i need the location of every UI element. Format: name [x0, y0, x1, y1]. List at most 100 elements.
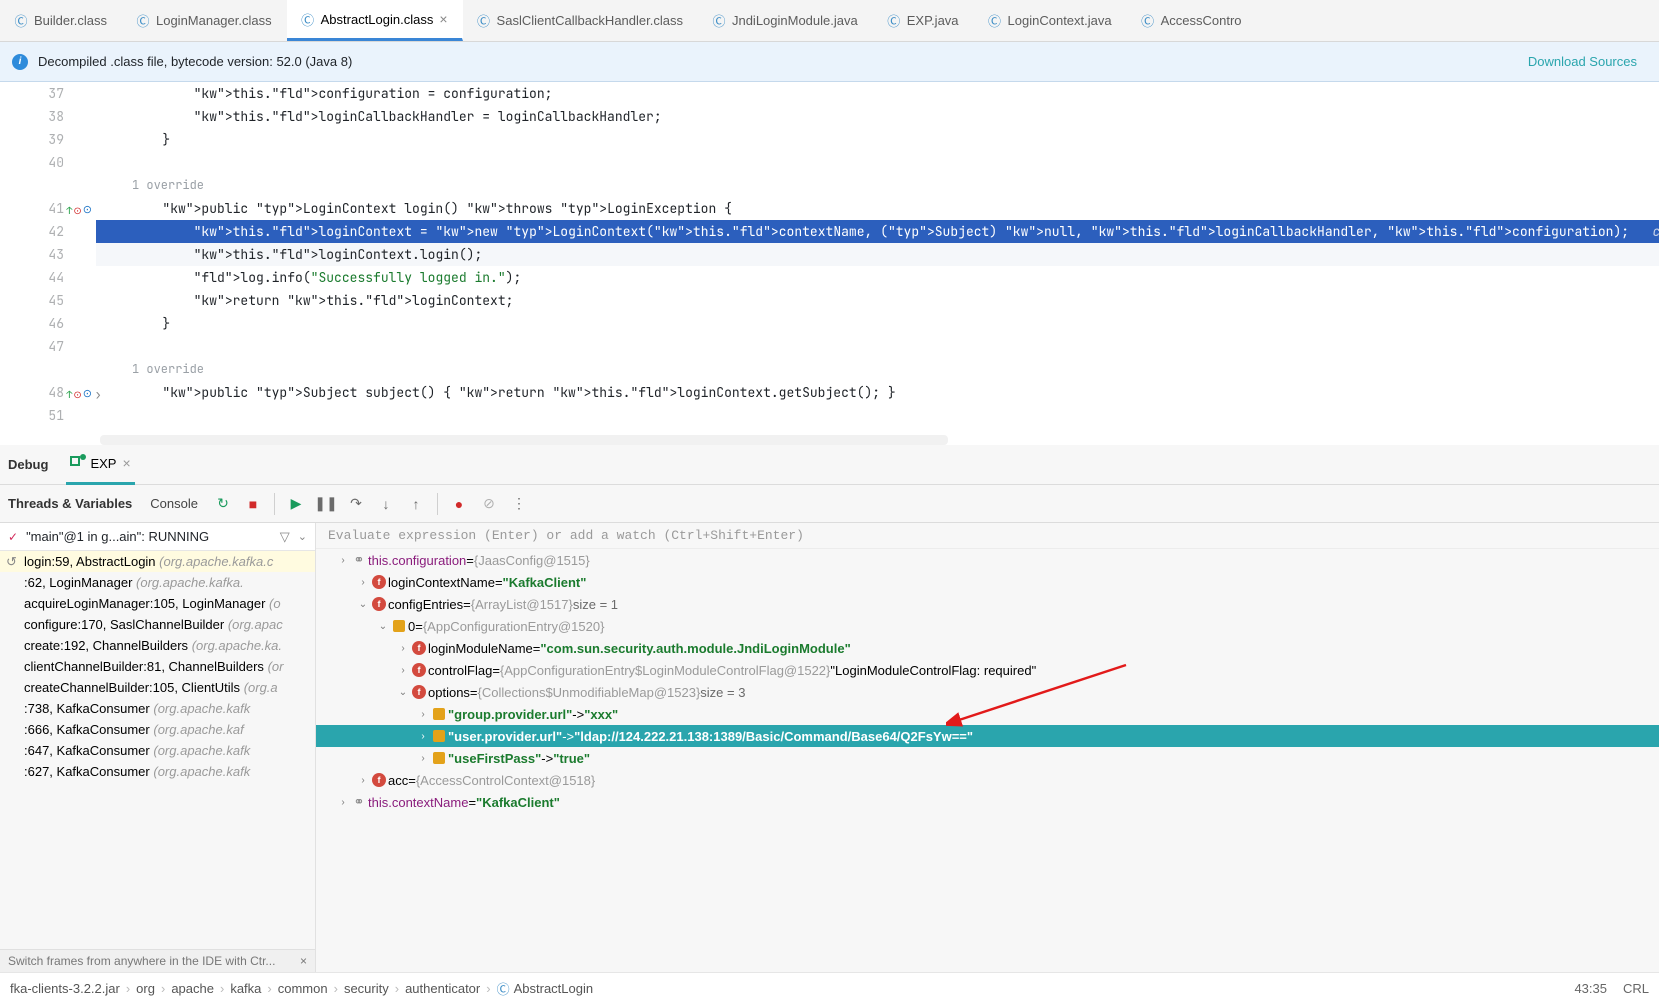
variables-column: Evaluate expression (Enter) or add a wat… — [316, 523, 1659, 972]
tab-builder[interactable]: ⒸBuilder.class — [0, 0, 122, 41]
debug-tab-exp[interactable]: EXP × — [66, 445, 134, 485]
check-icon: ✓ — [8, 530, 18, 544]
frame-item[interactable]: createChannelBuilder:105, ClientUtils (o… — [0, 677, 315, 698]
class-icon: Ⓒ — [988, 14, 1002, 28]
console-tab[interactable]: Console — [150, 496, 198, 511]
element-icon — [433, 752, 445, 764]
mute-breakpoints-button[interactable]: ⊘ — [476, 491, 502, 517]
frame-item[interactable]: :62, LoginManager (org.apache.kafka. — [0, 572, 315, 593]
frame-item[interactable]: configure:170, SaslChannelBuilder (org.a… — [0, 614, 315, 635]
tab-abstractlogin[interactable]: ⒸAbstractLogin.class× — [287, 0, 463, 41]
threads-variables-tab[interactable]: Threads & Variables — [8, 496, 132, 511]
tab-loginmanager[interactable]: ⒸLoginManager.class — [122, 0, 287, 41]
var-options[interactable]: ⌄foptions = {Collections$UnmodifiableMap… — [316, 681, 1659, 703]
frames-column: ✓ "main"@1 in g...ain": RUNNING ▽ ⌄ logi… — [0, 523, 316, 972]
class-icon: Ⓒ — [1141, 14, 1155, 28]
close-icon[interactable]: × — [122, 455, 130, 471]
var-loginmodulename[interactable]: ›floginModuleName = "com.sun.security.au… — [316, 637, 1659, 659]
class-icon: Ⓒ — [712, 14, 726, 28]
class-icon: Ⓒ — [136, 14, 150, 28]
gutter: 3738394041↑⊙⊙42434445464748↑⊙⊙›51 — [0, 82, 96, 445]
var-option-user[interactable]: ›"user.provider.url" -> "ldap://124.222.… — [316, 725, 1659, 747]
var-configuration[interactable]: ›⚭this.configuration = {JaasConfig@1515} — [316, 549, 1659, 571]
stop-button[interactable]: ■ — [240, 491, 266, 517]
step-out-button[interactable]: ↑ — [403, 491, 429, 517]
resume-button[interactable]: ▶ — [283, 491, 309, 517]
bc-kafka[interactable]: kafka — [230, 981, 261, 996]
var-controlflag[interactable]: ›fcontrolFlag = {AppConfigurationEntry$L… — [316, 659, 1659, 681]
pause-button[interactable]: ❚❚ — [313, 491, 339, 517]
horizontal-scrollbar[interactable] — [100, 435, 948, 445]
frame-item[interactable]: :666, KafkaConsumer (org.apache.kaf — [0, 719, 315, 740]
field-icon: f — [372, 597, 386, 611]
bc-common[interactable]: common — [278, 981, 328, 996]
class-icon: Ⓒ — [477, 14, 491, 28]
thread-header[interactable]: ✓ "main"@1 in g...ain": RUNNING ▽ ⌄ — [0, 523, 315, 551]
evaluate-expression-input[interactable]: Evaluate expression (Enter) or add a wat… — [316, 523, 1659, 549]
info-icon: i — [12, 54, 28, 70]
tab-exp[interactable]: ⒸEXP.java — [873, 0, 974, 41]
frames-hint: Switch frames from anywhere in the IDE w… — [0, 949, 315, 972]
file-tabs-bar: ⒸBuilder.class ⒸLoginManager.class ⒸAbst… — [0, 0, 1659, 42]
code-area[interactable]: "kw">this."fld">configuration = configur… — [96, 82, 1659, 445]
tab-saslclient[interactable]: ⒸSaslClientCallbackHandler.class — [463, 0, 698, 41]
bc-authenticator[interactable]: authenticator — [405, 981, 480, 996]
link-icon: ⚭ — [350, 552, 368, 568]
element-icon — [393, 620, 405, 632]
var-acc[interactable]: ›facc = {AccessControlContext@1518} — [316, 769, 1659, 791]
frame-item[interactable]: acquireLoginManager:105, LoginManager (o — [0, 593, 315, 614]
field-icon: f — [372, 773, 386, 787]
variables-tree[interactable]: ›⚭this.configuration = {JaasConfig@1515}… — [316, 549, 1659, 972]
field-icon: f — [412, 663, 426, 677]
var-configentries[interactable]: ⌄fconfigEntries = {ArrayList@1517} size … — [316, 593, 1659, 615]
frame-item[interactable]: :647, KafkaConsumer (org.apache.kafk — [0, 740, 315, 761]
more-button[interactable]: ⋮ — [506, 491, 532, 517]
element-icon — [433, 730, 445, 742]
debug-panel: Debug EXP × Threads & Variables Console … — [0, 445, 1659, 972]
breadcrumb: fka-clients-3.2.2.jar› org› apache› kafk… — [0, 972, 1659, 1004]
frame-item[interactable]: :738, KafkaConsumer (org.apache.kafk — [0, 698, 315, 719]
bc-security[interactable]: security — [344, 981, 389, 996]
close-icon[interactable]: × — [300, 954, 307, 968]
tab-jndiloginmodule[interactable]: ⒸJndiLoginModule.java — [698, 0, 873, 41]
bc-apache[interactable]: apache — [171, 981, 214, 996]
caret-position[interactable]: 43:35 — [1574, 981, 1607, 996]
rerun-button[interactable]: ↻ — [210, 491, 236, 517]
link-icon: ⚭ — [350, 794, 368, 810]
step-over-button[interactable]: ↷ — [343, 491, 369, 517]
bc-class[interactable]: Ⓒ AbstractLogin — [497, 979, 594, 998]
close-icon[interactable]: × — [439, 11, 447, 27]
frame-item[interactable]: clientChannelBuilder:81, ChannelBuilders… — [0, 656, 315, 677]
var-option-group[interactable]: ›"group.provider.url" -> "xxx" — [316, 703, 1659, 725]
var-entry-0[interactable]: ⌄0 = {AppConfigurationEntry@1520} — [316, 615, 1659, 637]
frames-list: login:59, AbstractLogin (org.apache.kafk… — [0, 551, 315, 949]
tab-accesscontrol[interactable]: ⒸAccessContro — [1127, 0, 1257, 41]
decompile-info-bar: i Decompiled .class file, bytecode versi… — [0, 42, 1659, 82]
bc-jar[interactable]: fka-clients-3.2.2.jar — [10, 981, 120, 996]
code-editor[interactable]: 3738394041↑⊙⊙42434445464748↑⊙⊙›51 "kw">t… — [0, 82, 1659, 445]
class-icon: Ⓒ — [14, 14, 28, 28]
class-icon: Ⓒ — [887, 14, 901, 28]
run-config-icon — [70, 456, 80, 466]
download-sources-link[interactable]: Download Sources — [1528, 54, 1637, 69]
var-logincontextname[interactable]: ›floginContextName = "KafkaClient" — [316, 571, 1659, 593]
debug-panel-tabs: Debug EXP × — [0, 445, 1659, 485]
frame-item[interactable]: create:192, ChannelBuilders (org.apache.… — [0, 635, 315, 656]
chevron-down-icon[interactable]: ⌄ — [298, 530, 307, 543]
line-ending[interactable]: CRL — [1623, 981, 1649, 996]
element-icon — [433, 708, 445, 720]
debug-title[interactable]: Debug — [8, 457, 48, 472]
var-option-usefirstpass[interactable]: ›"useFirstPass" -> "true" — [316, 747, 1659, 769]
bc-org[interactable]: org — [136, 981, 155, 996]
step-into-button[interactable]: ↓ — [373, 491, 399, 517]
frame-item[interactable]: :627, KafkaConsumer (org.apache.kafk — [0, 761, 315, 782]
debug-toolbar: Threads & Variables Console ↻ ■ ▶ ❚❚ ↷ ↓… — [0, 485, 1659, 523]
field-icon: f — [372, 575, 386, 589]
var-contextname[interactable]: ›⚭this.contextName = "KafkaClient" — [316, 791, 1659, 813]
decompile-info-text: Decompiled .class file, bytecode version… — [38, 54, 352, 69]
view-breakpoints-button[interactable]: ● — [446, 491, 472, 517]
filter-icon[interactable]: ▽ — [280, 529, 290, 545]
frame-item[interactable]: login:59, AbstractLogin (org.apache.kafk… — [0, 551, 315, 572]
tab-logincontext[interactable]: ⒸLoginContext.java — [974, 0, 1127, 41]
class-icon: Ⓒ — [301, 12, 315, 26]
